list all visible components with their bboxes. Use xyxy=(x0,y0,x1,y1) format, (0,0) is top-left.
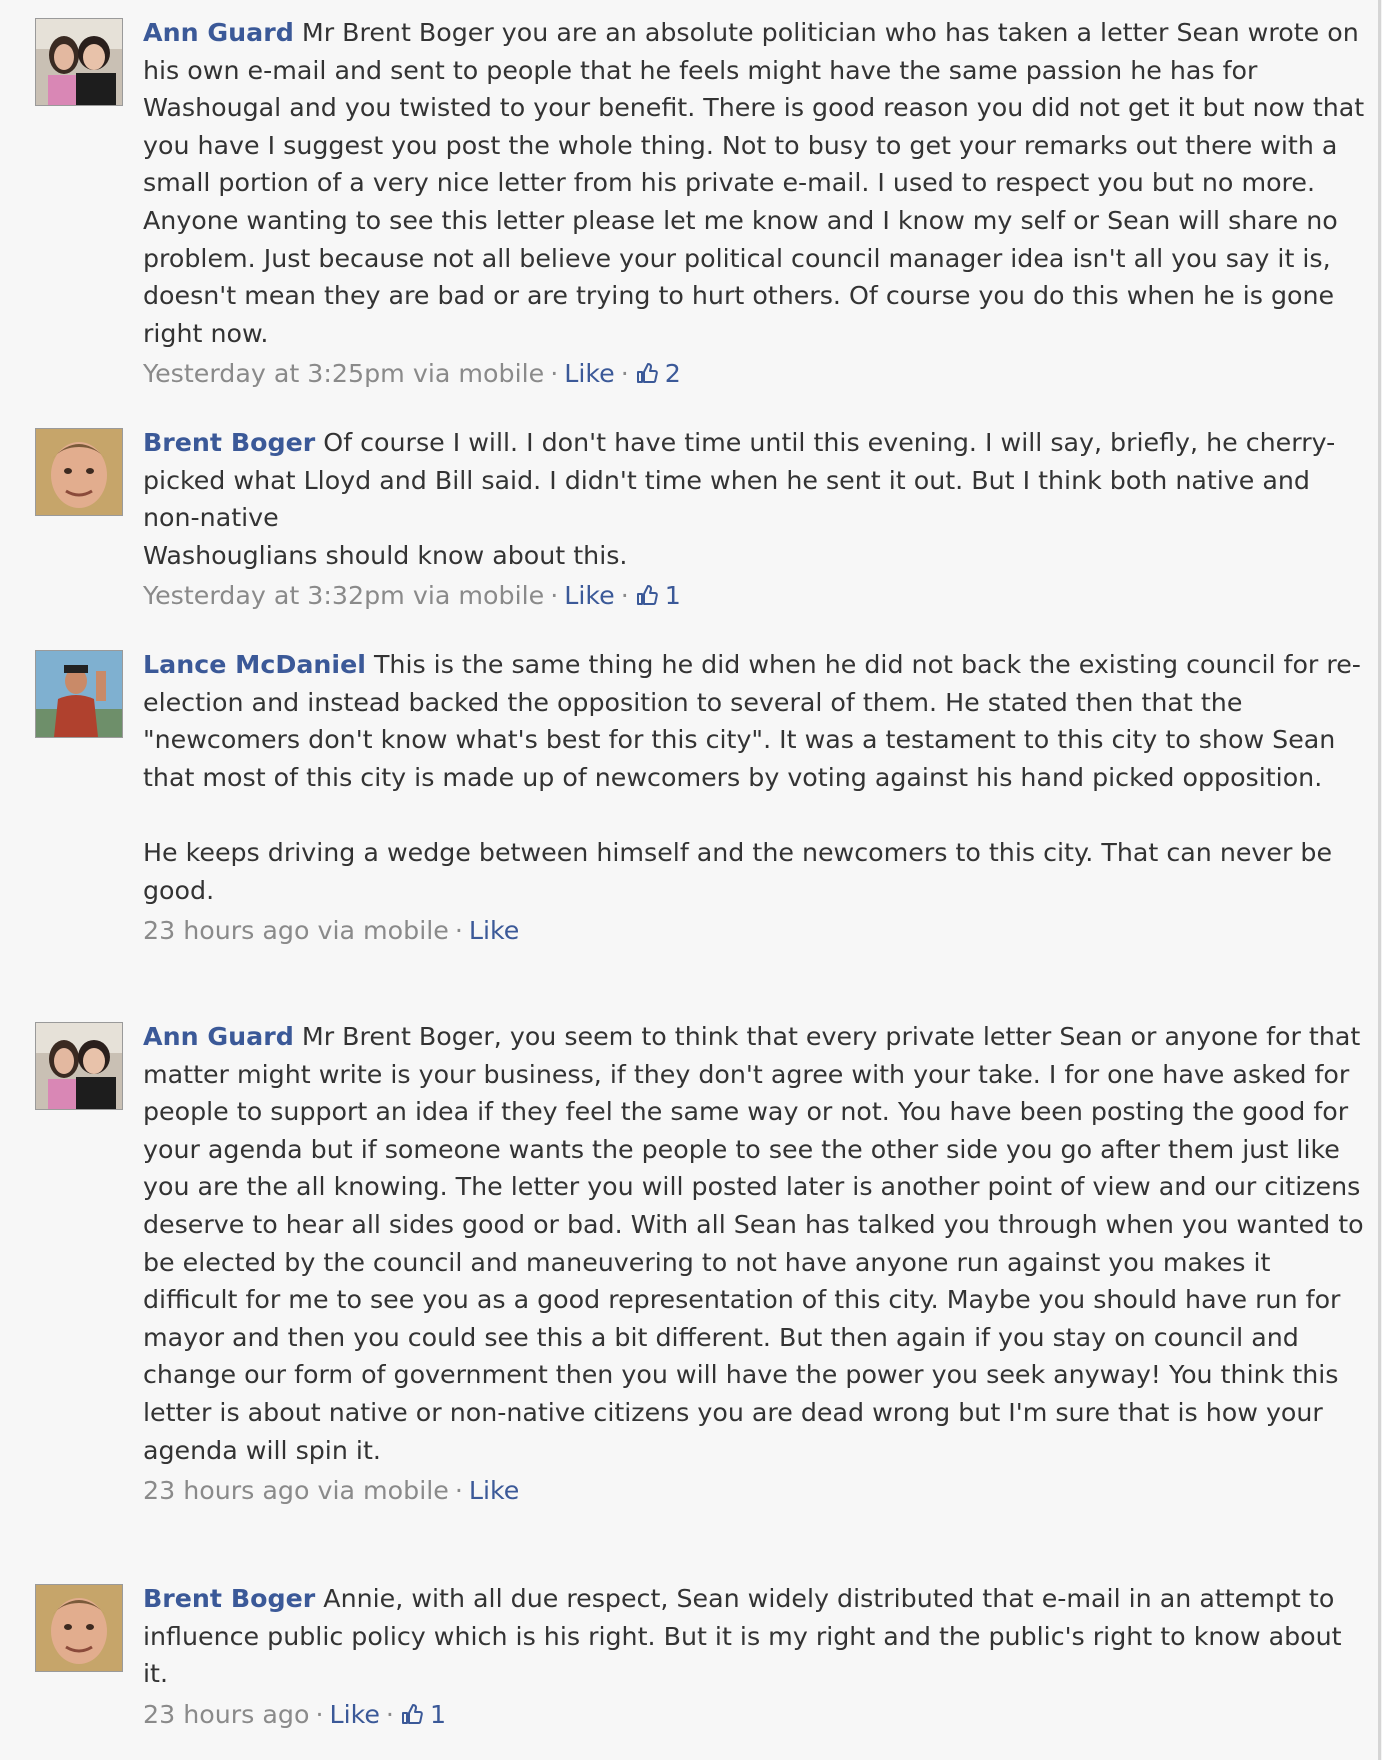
comment-meta: Yesterday at 3:25pm via mobile · Like · 2 xyxy=(143,355,1368,393)
like-button[interactable]: Like xyxy=(469,916,519,945)
comment-body: Brent Boger Of course I will. I don't ha… xyxy=(143,424,1368,615)
comment-meta: 23 hours ago · Like · 1 xyxy=(143,1696,1368,1734)
like-button[interactable]: Like xyxy=(469,1476,519,1505)
author-link[interactable]: Brent Boger xyxy=(143,428,315,457)
comment-body: Ann Guard Mr Brent Boger you are an abso… xyxy=(143,14,1368,393)
separator: · xyxy=(550,359,559,389)
like-count: 1 xyxy=(429,1699,447,1729)
separator: · xyxy=(550,581,559,611)
man-portrait-avatar-icon xyxy=(36,1585,122,1671)
avatar[interactable] xyxy=(35,1584,123,1672)
comment-text: He keeps driving a wedge between himself… xyxy=(143,837,1333,905)
comment-text: Annie, with all due respect, Sean widely… xyxy=(143,1584,1342,1689)
avatar[interactable] xyxy=(35,18,123,106)
comment-body: Lance McDaniel This is the same thing he… xyxy=(143,646,1368,950)
thumbs-up-icon xyxy=(635,583,659,607)
like-count: 2 xyxy=(664,359,681,389)
thumbs-up-icon xyxy=(400,1702,424,1726)
timestamp: 23 hours ago via mobile xyxy=(143,1476,449,1506)
comment-text-continued: Washouglians should know about this. xyxy=(143,540,628,570)
avatar[interactable] xyxy=(35,1022,123,1110)
man-portrait-avatar-icon xyxy=(36,429,122,515)
timestamp: Yesterday at 3:25pm via mobile xyxy=(143,359,545,389)
like-button[interactable]: Like xyxy=(329,1700,379,1729)
like-button[interactable]: Like xyxy=(564,581,614,610)
avatar[interactable] xyxy=(35,650,123,738)
like-count: 1 xyxy=(664,581,681,611)
author-link[interactable]: Ann Guard xyxy=(143,1022,294,1051)
comment-text: Mr Brent Boger, you seem to think that e… xyxy=(143,1022,1364,1465)
separator: · xyxy=(385,1699,394,1729)
separator: · xyxy=(620,581,629,611)
timestamp: 23 hours ago via mobile xyxy=(143,916,449,946)
separator: · xyxy=(315,1699,324,1729)
author-link[interactable]: Lance McDaniel xyxy=(143,650,366,679)
comment-text: Mr Brent Boger you are an absolute polit… xyxy=(143,18,1365,348)
comment-meta: Yesterday at 3:32pm via mobile · Like · 1 xyxy=(143,577,1368,615)
like-count-link[interactable]: 1 xyxy=(635,581,681,610)
separator: · xyxy=(454,1476,463,1506)
comment-text: Of course I will. I don't have time unti… xyxy=(143,428,1336,533)
like-count-link[interactable]: 2 xyxy=(635,359,681,388)
comment-thread: Ann Guard Mr Brent Boger you are an abso… xyxy=(0,0,1381,1760)
like-button[interactable]: Like xyxy=(564,359,614,388)
author-link[interactable]: Brent Boger xyxy=(143,1584,315,1613)
comment-meta: 23 hours ago via mobile · Like xyxy=(143,1472,1368,1510)
timestamp: 23 hours ago xyxy=(143,1699,310,1729)
author-link[interactable]: Ann Guard xyxy=(143,18,294,47)
timestamp: Yesterday at 3:32pm via mobile xyxy=(143,581,545,611)
comment-body: Brent Boger Annie, with all due respect,… xyxy=(143,1580,1368,1733)
couple-photo-avatar-icon xyxy=(36,19,122,105)
separator: · xyxy=(454,916,463,946)
comment-body: Ann Guard Mr Brent Boger, you seem to th… xyxy=(143,1018,1368,1510)
separator: · xyxy=(620,359,629,389)
man-outdoor-photo-avatar-icon xyxy=(36,651,122,737)
thumbs-up-icon xyxy=(635,361,659,385)
like-count-link[interactable]: 1 xyxy=(400,1700,446,1729)
avatar[interactable] xyxy=(35,428,123,516)
couple-photo-avatar-icon xyxy=(36,1023,122,1109)
comment-meta: 23 hours ago via mobile · Like xyxy=(143,912,1368,950)
